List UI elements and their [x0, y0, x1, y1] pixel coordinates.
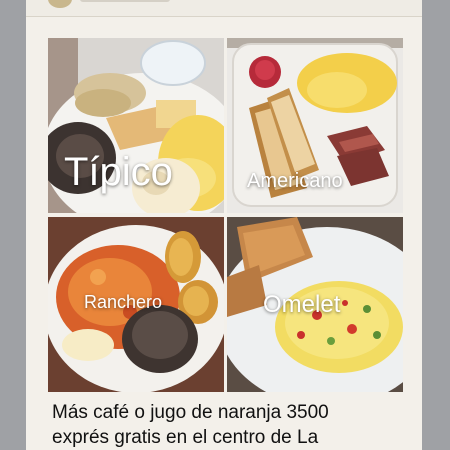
message-text-line-1: Más café o jugo de naranja 3500 [52, 402, 329, 423]
chat-background-right [422, 0, 450, 450]
avatar[interactable] [48, 0, 72, 8]
tile-label-tipico: Típico [64, 150, 173, 194]
message-bubble[interactable]: Típico Americano Ranchero Omelet Más caf… [26, 0, 422, 450]
sender-name [80, 0, 170, 2]
tile-label-omelet: Omelet [263, 291, 341, 318]
tile-ranchero[interactable]: Ranchero [48, 217, 224, 392]
message-text: Más café o jugo de naranja 3500 exprés g… [52, 400, 412, 450]
tile-tipico[interactable]: Típico [48, 38, 224, 213]
message-header [26, 0, 422, 17]
tile-label-americano: Americano [247, 170, 343, 192]
chat-background-left [0, 0, 26, 450]
tile-omelet[interactable]: Omelet [227, 217, 403, 392]
tile-americano[interactable]: Americano [227, 38, 403, 213]
message-text-line-2: exprés gratis en el centro de La [52, 427, 319, 448]
tile-label-ranchero: Ranchero [84, 292, 163, 312]
menu-image[interactable]: Típico Americano Ranchero Omelet [48, 38, 403, 392]
